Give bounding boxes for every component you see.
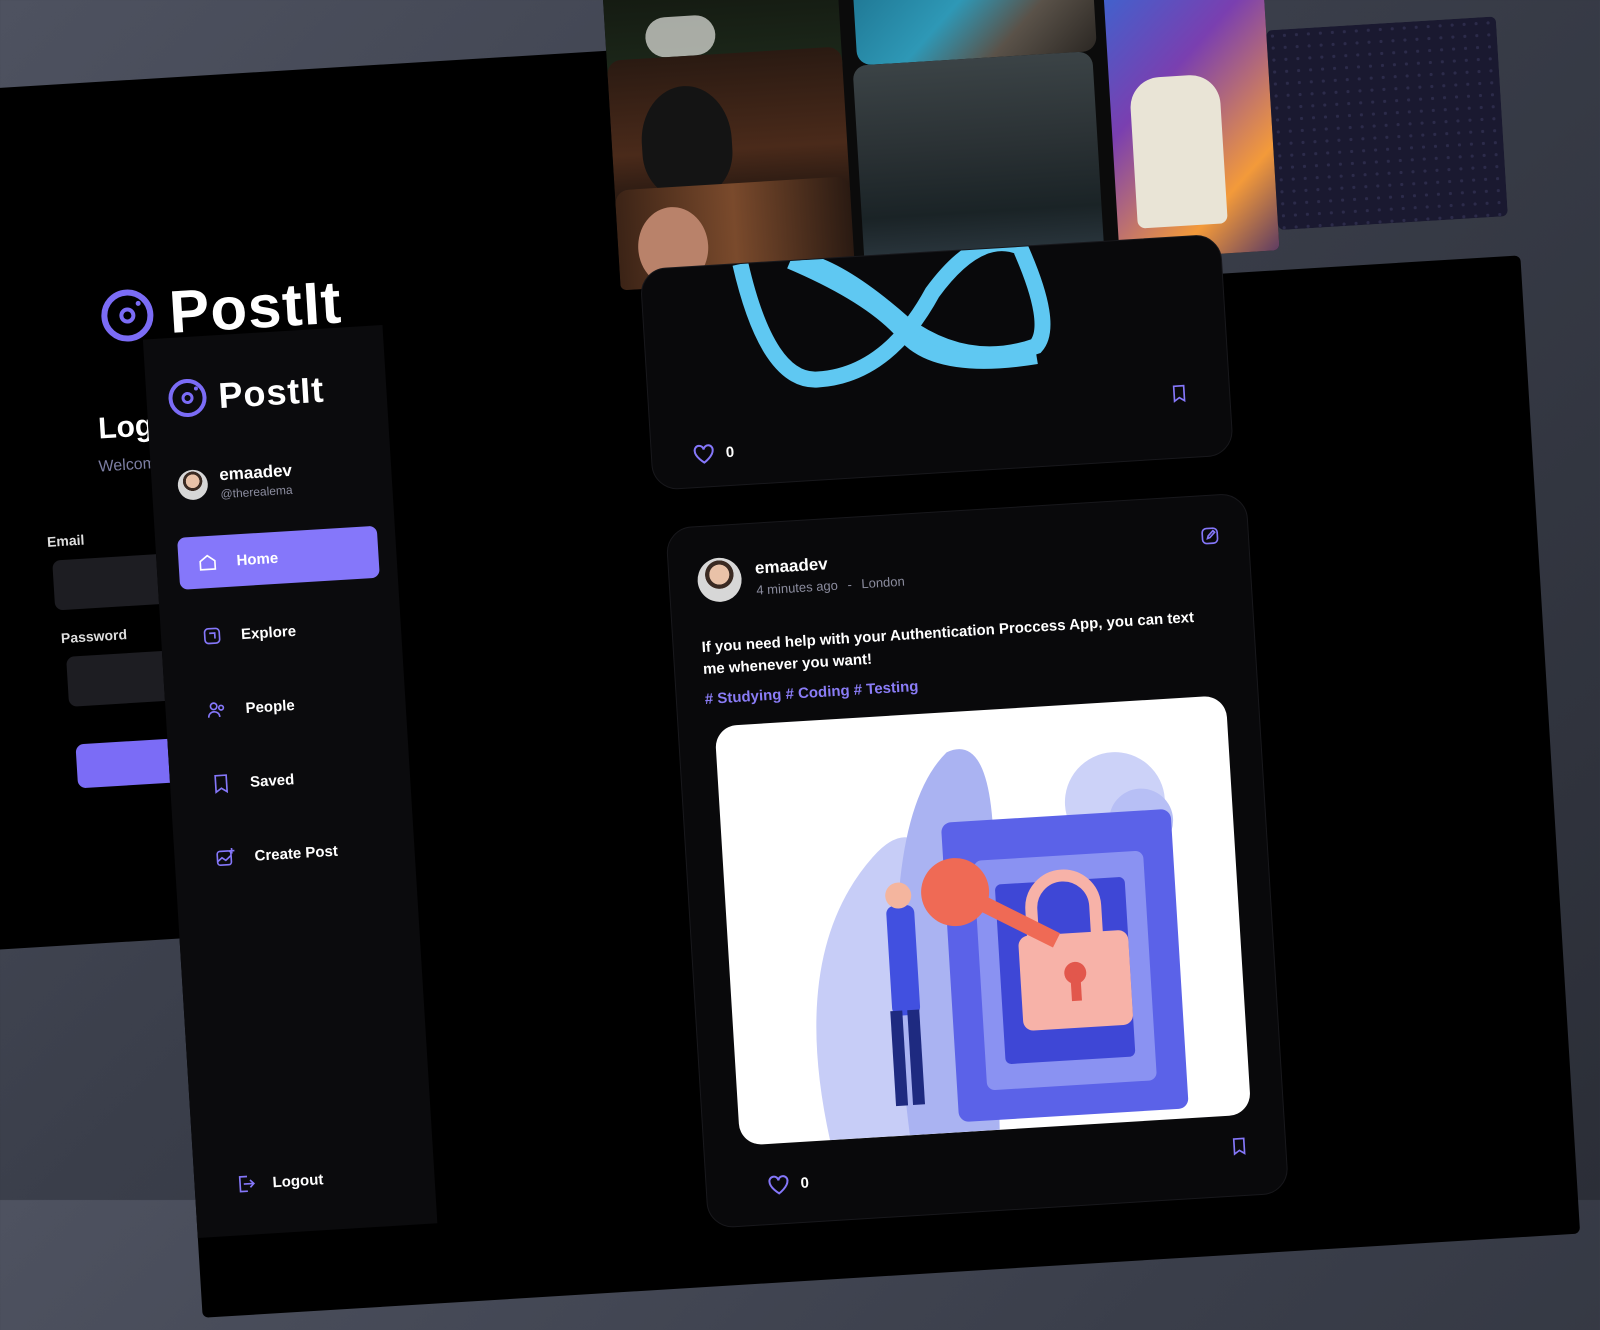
sidebar-brand[interactable]: PostIt — [167, 368, 326, 420]
home-icon — [199, 554, 217, 571]
sidebar-item-label: Create Post — [254, 842, 339, 865]
avatar[interactable] — [696, 556, 743, 604]
heart-icon — [768, 1175, 789, 1195]
logout-label: Logout — [272, 1170, 324, 1191]
bookmark-icon[interactable] — [1229, 1135, 1250, 1158]
post-header: emaadev 4 minutes ago - London — [696, 547, 905, 604]
email-label: Email — [46, 531, 85, 550]
people-icon — [208, 702, 225, 718]
post-image — [714, 695, 1252, 1146]
user-profile[interactable]: emaadev @therealema — [176, 460, 294, 504]
bookmark-icon[interactable] — [1168, 382, 1189, 405]
logout-button[interactable]: Logout — [234, 1168, 324, 1195]
sidebar: PostIt emaadev @therealema Home Explore — [142, 324, 438, 1238]
postit-logo-icon — [167, 377, 208, 419]
security-illustration — [816, 749, 1189, 1141]
image-add-icon — [216, 847, 235, 867]
like-count: 0 — [800, 1174, 810, 1192]
heart-icon — [693, 444, 714, 464]
sidebar-item-home[interactable]: Home — [177, 525, 380, 590]
sidebar-item-create-post[interactable]: Create Post — [195, 821, 398, 885]
login-subtitle: Welcom — [98, 455, 157, 476]
edit-icon[interactable] — [1199, 525, 1220, 546]
bookmark-icon — [214, 774, 229, 794]
post-tags[interactable]: # Studying # Coding # Testing — [704, 678, 919, 708]
collage-photo — [1100, 0, 1280, 270]
post-image — [732, 242, 1051, 388]
post-card: emaadev 4 minutes ago - London If you ne… — [665, 492, 1290, 1229]
like-button[interactable]: 0 — [691, 441, 735, 466]
sidebar-item-label: Explore — [240, 622, 297, 643]
sidebar-brand-name: PostIt — [217, 368, 326, 417]
like-button[interactable]: 0 — [766, 1172, 810, 1197]
sidebar-item-label: People — [245, 696, 296, 717]
post-card: 0 — [639, 233, 1234, 491]
profile-handle: @therealema — [220, 482, 293, 502]
password-label: Password — [60, 626, 128, 647]
sidebar-nav: Home Explore People Saved Create Post — [177, 525, 399, 908]
postit-logo-icon — [99, 287, 155, 343]
sidebar-item-people[interactable]: People — [186, 673, 389, 737]
avatar — [176, 468, 209, 501]
explore-icon — [203, 627, 221, 645]
presentation-stage: PostIt Log Welcom Email Password Do Post… — [0, 0, 1600, 1318]
app-window: PostIt emaadev @therealema Home Explore — [142, 233, 1581, 1318]
login-title: Log — [97, 409, 155, 446]
profile-name: emaadev — [218, 460, 293, 485]
post-location: London — [860, 573, 906, 591]
logout-icon — [238, 1175, 256, 1193]
post-caption: If you need help with your Authenticatio… — [701, 608, 1195, 679]
decorative-dot-panel — [1266, 16, 1508, 231]
sidebar-item-saved[interactable]: Saved — [191, 747, 394, 811]
sidebar-item-label: Home — [236, 549, 279, 569]
like-count: 0 — [725, 443, 735, 461]
sidebar-item-label: Saved — [249, 770, 295, 791]
post-time: 4 minutes ago — [755, 577, 839, 598]
sidebar-item-explore[interactable]: Explore — [182, 600, 385, 664]
meta-separator: - — [846, 576, 853, 592]
